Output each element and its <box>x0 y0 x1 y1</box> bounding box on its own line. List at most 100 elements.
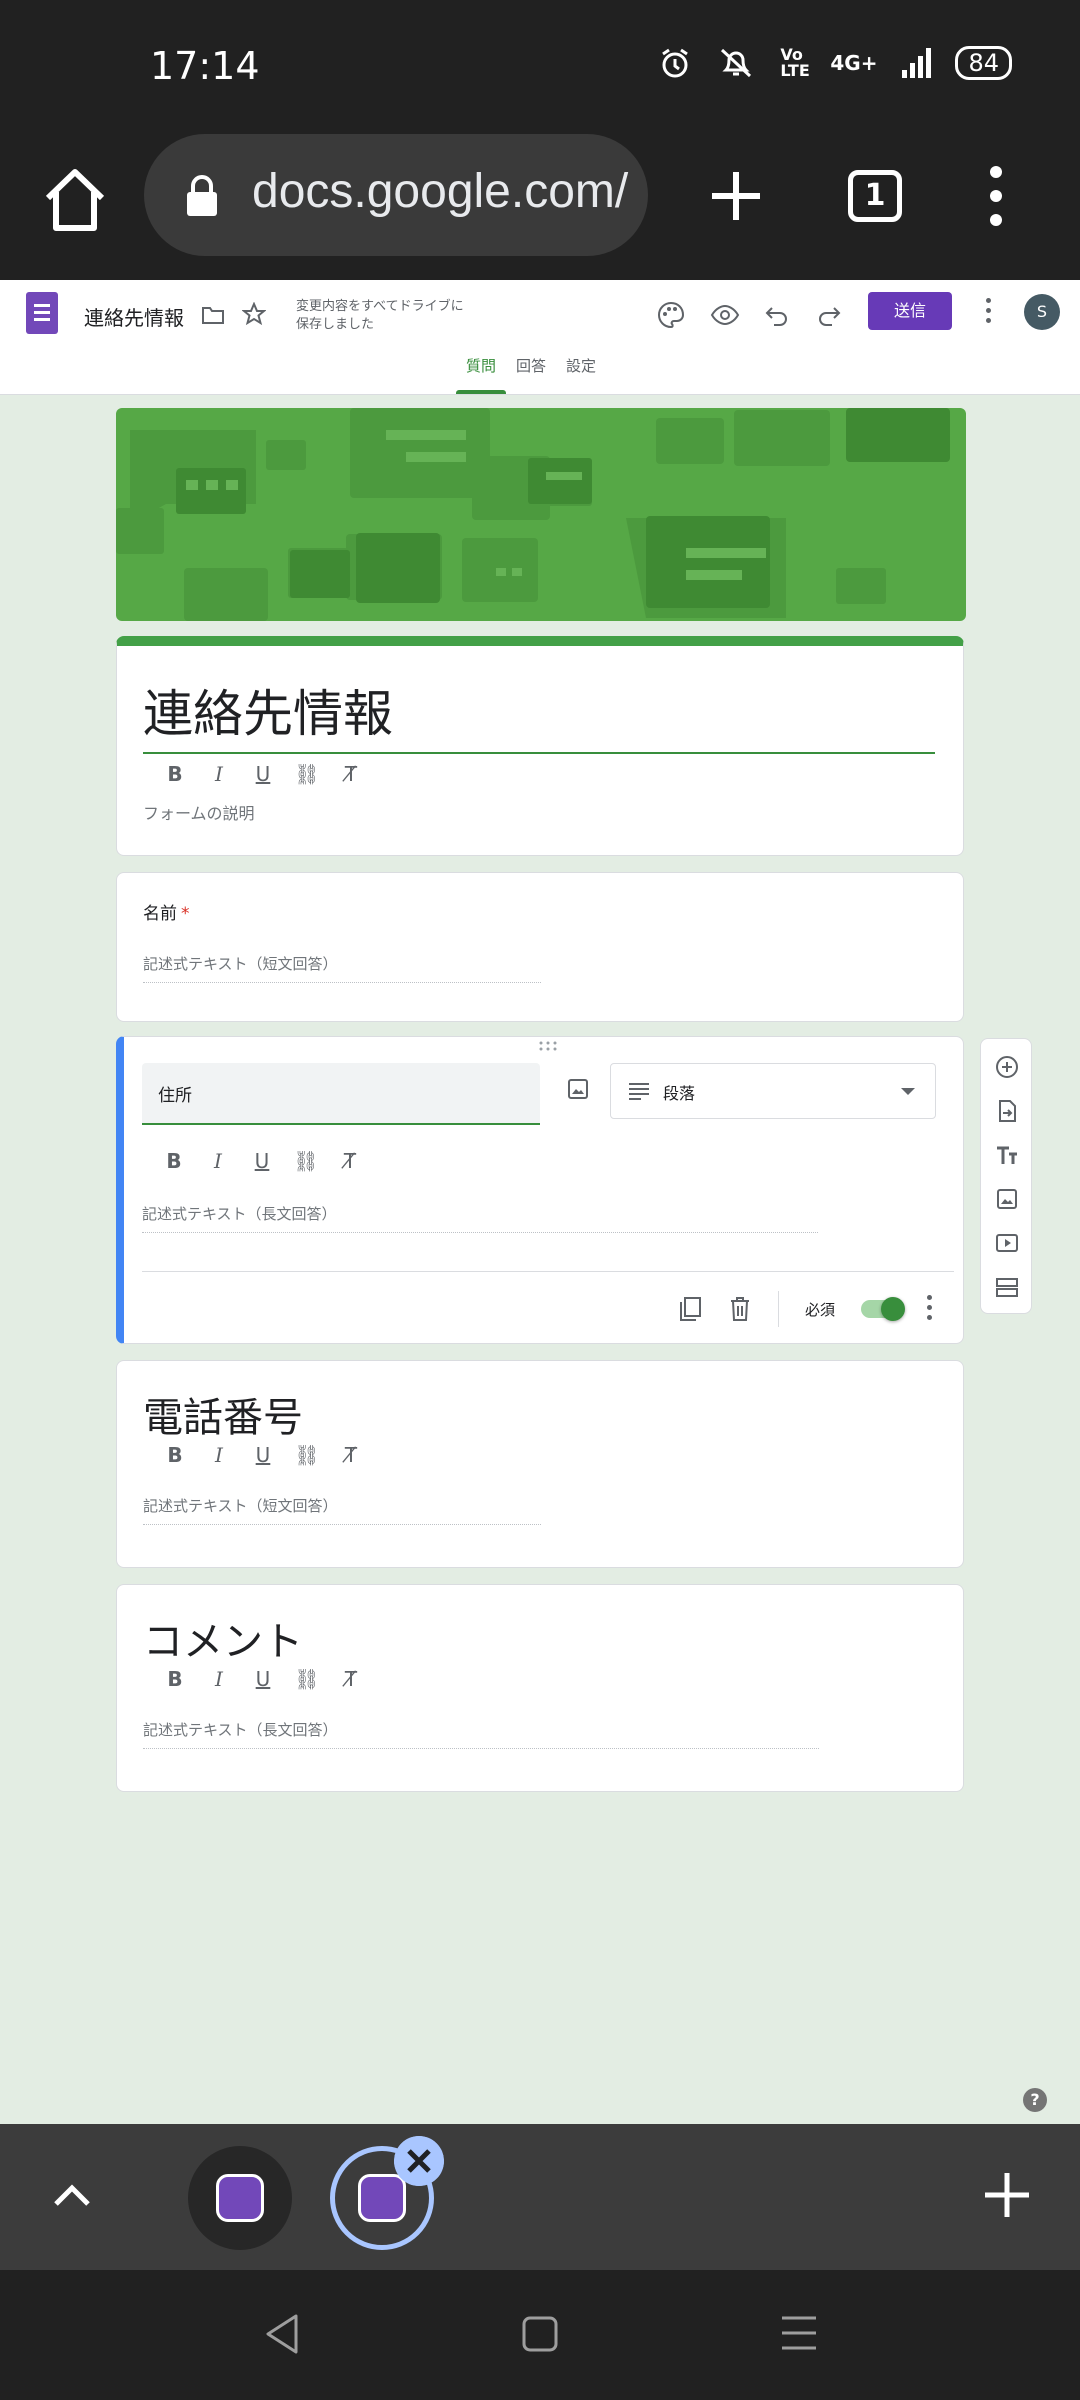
question-type-label: 段落 <box>663 1084 696 1103</box>
required-toggle[interactable] <box>861 1297 905 1321</box>
add-question-icon[interactable] <box>995 1055 1019 1079</box>
form-title-input[interactable]: 連絡先情報 <box>143 674 935 754</box>
link-icon[interactable]: ⛓ <box>285 1663 329 1695</box>
help-icon[interactable]: ? <box>1023 2088 1047 2112</box>
account-avatar[interactable]: S <box>1024 294 1060 330</box>
system-nav-bar <box>0 2270 1080 2400</box>
add-tab-icon[interactable] <box>982 2170 1032 2220</box>
dropdown-arrow-icon <box>901 1088 915 1095</box>
clear-format-icon[interactable]: T̸ <box>328 1145 372 1177</box>
home-nav-icon[interactable] <box>522 2314 558 2354</box>
address-bar[interactable]: docs.google.com/ <box>144 134 648 256</box>
more-options-icon[interactable] <box>986 298 992 326</box>
add-section-icon[interactable] <box>995 1275 1019 1299</box>
clear-format-icon[interactable]: T̸ <box>329 758 373 790</box>
link-icon[interactable]: ⛓ <box>285 1439 329 1471</box>
forms-logo-icon[interactable] <box>26 292 58 334</box>
form-title-card: 連絡先情報 B I U ⛓ T̸ フォームの説明 <box>116 636 964 856</box>
question-title: 電話番号 <box>143 1395 303 1441</box>
underline-icon[interactable]: U <box>241 1439 285 1471</box>
header-banner-image <box>116 408 966 621</box>
italic-icon[interactable]: I <box>197 1663 241 1695</box>
bold-icon[interactable]: B <box>153 1439 197 1471</box>
underline-icon[interactable]: U <box>241 758 285 790</box>
import-questions-icon[interactable] <box>995 1099 1019 1123</box>
question-card-name[interactable]: 名前 * 記述式テキスト（短文回答） <box>116 872 964 1022</box>
question-title: コメント <box>143 1619 303 1665</box>
home-icon[interactable] <box>40 160 110 240</box>
clear-format-icon[interactable]: T̸ <box>329 1439 373 1471</box>
link-icon[interactable]: ⛓ <box>285 758 329 790</box>
tab-questions[interactable]: 質問 <box>456 344 507 394</box>
long-answer-placeholder: 記述式テキスト（長文回答） <box>142 1203 818 1233</box>
form-description-input[interactable]: フォームの説明 <box>143 800 255 824</box>
bold-icon[interactable]: B <box>152 1145 196 1177</box>
question-card-phone[interactable]: 電話番号 B I U ⛓ T̸ 記述式テキスト（短文回答） <box>116 1360 964 1568</box>
tab-strip <box>0 2124 1080 2270</box>
question-title-input[interactable]: 住所 <box>142 1063 540 1125</box>
underline-icon[interactable]: U <box>240 1145 284 1177</box>
required-asterisk: * <box>181 904 190 924</box>
short-answer-placeholder: 記述式テキスト（短文回答） <box>143 1495 541 1525</box>
preview-eye-icon[interactable] <box>710 300 740 330</box>
send-button[interactable]: 送信 <box>868 292 952 330</box>
long-answer-placeholder: 記述式テキスト（長文回答） <box>143 1719 819 1749</box>
browser-menu-icon[interactable] <box>990 166 1002 226</box>
back-icon[interactable] <box>262 2312 302 2356</box>
form-tabs: 質問 回答 設定 <box>456 344 606 394</box>
save-status: 変更内容をすべてドライブに 保存しました <box>296 299 464 332</box>
add-video-icon[interactable] <box>995 1231 1019 1255</box>
divider <box>777 1291 779 1327</box>
question-format-toolbar: B I U ⛓ T̸ <box>153 1663 373 1695</box>
duplicate-icon[interactable] <box>678 1296 702 1322</box>
italic-icon[interactable]: I <box>197 1439 241 1471</box>
question-format-toolbar: B I U ⛓ T̸ <box>153 1439 373 1471</box>
question-card-address[interactable]: 住所 段落 B I U ⛓ T̸ 記述式テキスト（長文回答） 必須 <box>116 1036 964 1344</box>
status-icons: Vo LTE 4G+ 84 <box>658 46 1012 80</box>
add-image-icon[interactable] <box>995 1187 1019 1211</box>
mute-bell-icon <box>721 48 752 78</box>
star-icon[interactable] <box>242 302 266 326</box>
tab-switcher-button[interactable]: 1 <box>848 170 902 222</box>
chevron-up-icon[interactable] <box>52 2176 92 2216</box>
short-answer-placeholder: 記述式テキスト（短文回答） <box>143 953 541 983</box>
question-title: 名前 * <box>143 904 190 924</box>
forms-favicon-icon <box>358 2174 406 2222</box>
status-bar: 17:14 Vo LTE 4G+ 84 <box>0 0 1080 130</box>
chat-pattern-illustration <box>116 408 950 621</box>
italic-icon[interactable]: I <box>196 1145 240 1177</box>
question-more-icon[interactable] <box>927 1295 933 1323</box>
delete-icon[interactable] <box>728 1296 752 1322</box>
question-card-comment[interactable]: コメント B I U ⛓ T̸ 記述式テキスト（長文回答） <box>116 1584 964 1792</box>
signal-icon <box>902 48 932 78</box>
link-icon[interactable]: ⛓ <box>284 1145 328 1177</box>
close-tab-icon[interactable] <box>394 2136 444 2186</box>
question-type-dropdown[interactable]: 段落 <box>610 1063 936 1119</box>
tab-responses[interactable]: 回答 <box>506 344 556 394</box>
palette-icon[interactable] <box>656 300 686 330</box>
alarm-icon <box>662 48 689 78</box>
forms-header: 連絡先情報 変更内容をすべてドライブに 保存しました 送信 S 質問 回答 設定 <box>0 280 1080 395</box>
add-image-icon[interactable] <box>566 1077 590 1101</box>
tab-thumbnail[interactable] <box>188 2146 292 2250</box>
italic-icon[interactable]: I <box>197 758 241 790</box>
floating-add-toolbar <box>980 1038 1032 1314</box>
bold-icon[interactable]: B <box>153 1663 197 1695</box>
folder-icon[interactable] <box>202 306 224 324</box>
browser-toolbar: docs.google.com/ 1 <box>0 130 1080 280</box>
required-label: 必須 <box>804 1300 835 1319</box>
network-type: 4G+ <box>830 51 878 75</box>
recents-icon[interactable] <box>780 2314 818 2352</box>
bold-icon[interactable]: B <box>153 758 197 790</box>
volte-indicator: Vo LTE <box>780 45 810 80</box>
title-format-toolbar: B I U ⛓ T̸ <box>153 758 373 790</box>
new-tab-icon[interactable] <box>708 168 764 224</box>
clear-format-icon[interactable]: T̸ <box>329 1663 373 1695</box>
add-title-icon[interactable] <box>995 1143 1019 1167</box>
tab-settings[interactable]: 設定 <box>556 344 606 394</box>
drag-handle-icon[interactable] <box>538 1041 558 1051</box>
underline-icon[interactable]: U <box>241 1663 285 1695</box>
document-title[interactable]: 連絡先情報 <box>84 302 184 331</box>
redo-icon[interactable] <box>814 300 844 330</box>
undo-icon[interactable] <box>762 300 792 330</box>
